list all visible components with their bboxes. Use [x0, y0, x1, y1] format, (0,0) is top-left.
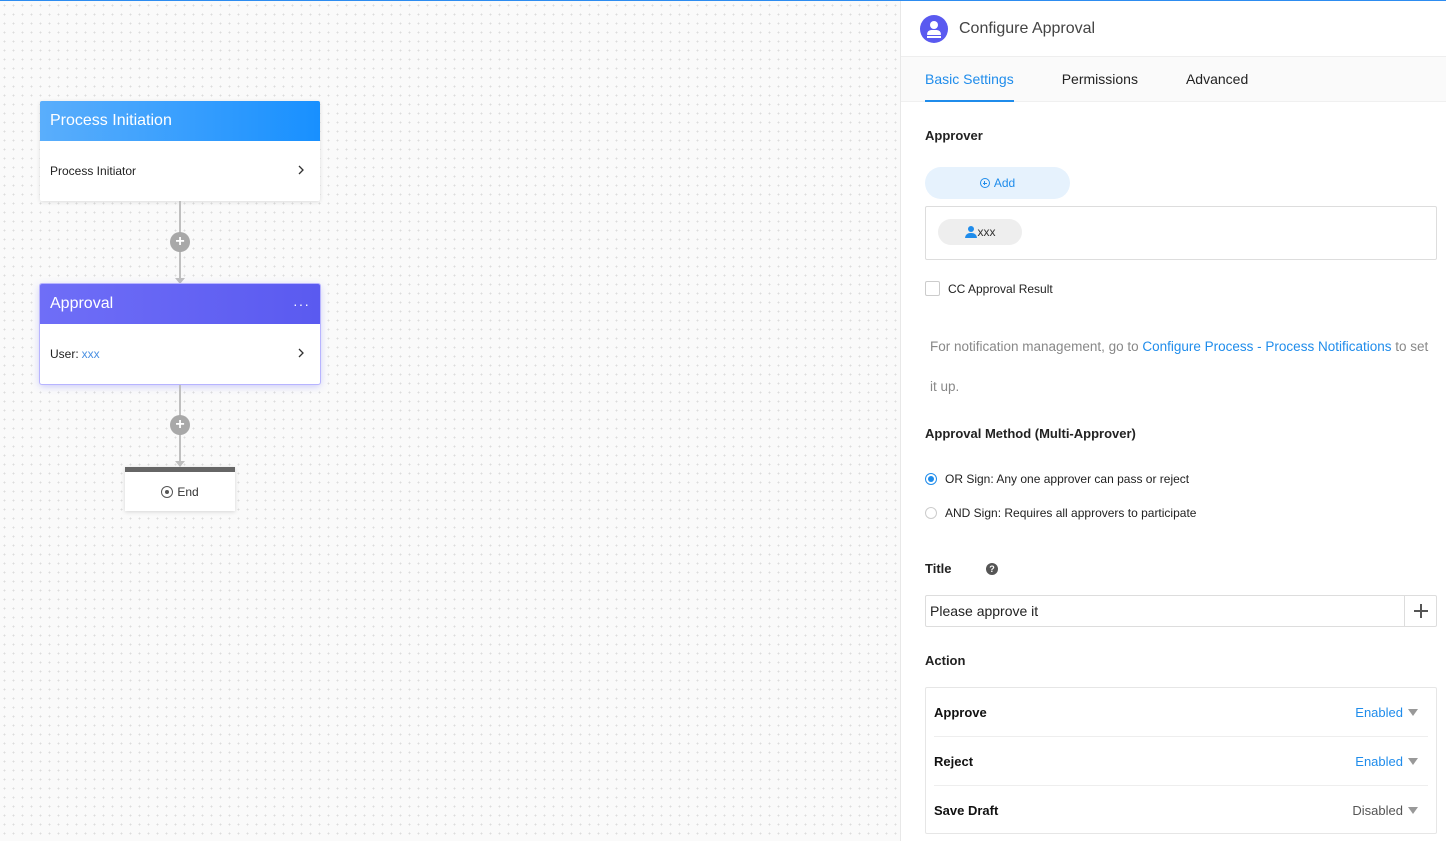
or-sign-option[interactable]: OR Sign: Any one approver can pass or re…	[925, 472, 1189, 486]
action-status-dropdown[interactable]: Enabled	[1355, 754, 1418, 769]
action-list: Approve Enabled Reject Enabled Save Draf…	[925, 687, 1437, 834]
approval-node-title: Approval	[50, 295, 114, 312]
and-sign-label: AND Sign: Requires all approvers to part…	[945, 506, 1197, 520]
user-icon	[964, 226, 977, 238]
flow-canvas[interactable]: Process Initiation Process Initiator + A…	[0, 1, 900, 841]
panel-header: Configure Approval	[901, 1, 1446, 57]
caret-down-icon	[1408, 757, 1418, 765]
user-value: xxx	[81, 347, 100, 361]
cc-approval-result-row[interactable]: CC Approval Result	[925, 281, 1053, 296]
approval-method-label: Approval Method (Multi-Approver)	[925, 426, 1136, 441]
approval-node[interactable]: Approval ··· User: xxx	[40, 284, 320, 384]
title-input[interactable]	[926, 596, 1404, 626]
insert-variable-plus-icon[interactable]	[1404, 596, 1436, 626]
process-initiation-node[interactable]: Process Initiation Process Initiator	[40, 101, 320, 201]
and-sign-radio[interactable]	[925, 507, 937, 519]
approver-tag[interactable]: xxx	[938, 219, 1022, 245]
or-sign-label: OR Sign: Any one approver can pass or re…	[945, 472, 1190, 486]
end-label: End	[177, 484, 199, 499]
cc-approval-result-checkbox[interactable]	[925, 281, 940, 296]
add-approver-label: Add	[993, 176, 1016, 190]
approver-tag-label: xxx	[977, 225, 996, 239]
add-node-button[interactable]: +	[170, 232, 190, 252]
action-row-approve: Approve Enabled	[934, 688, 1428, 737]
caret-down-icon	[1408, 708, 1418, 716]
process-initiation-title: Process Initiation	[40, 101, 320, 141]
action-name: Approve	[934, 704, 987, 720]
notice-prefix: For notification management, go to	[930, 339, 1143, 354]
action-name: Reject	[934, 753, 974, 769]
add-node-button[interactable]: +	[170, 415, 190, 435]
plus-circle-icon	[979, 178, 990, 188]
or-sign-radio[interactable]	[925, 473, 937, 485]
and-sign-option[interactable]: AND Sign: Requires all approvers to part…	[925, 506, 1196, 520]
add-approver-button[interactable]: Add	[925, 167, 1070, 199]
action-status-value: Enabled	[1355, 704, 1403, 720]
action-status-value: Disabled	[1352, 803, 1403, 818]
action-status-value: Enabled	[1355, 753, 1403, 769]
approver-label: Approver	[925, 128, 983, 143]
chevron-right-icon	[298, 165, 304, 175]
end-node[interactable]: End	[125, 467, 235, 511]
action-row-reject: Reject Enabled	[934, 737, 1428, 786]
configure-approval-panel: Configure Approval Basic Settings Permis…	[900, 1, 1446, 841]
process-initiation-body[interactable]: Process Initiator	[40, 141, 320, 201]
caret-down-icon	[1408, 807, 1418, 814]
approver-list: xxx	[925, 206, 1437, 260]
process-notifications-link[interactable]: Configure Process - Process Notification…	[1142, 339, 1391, 354]
action-name: Save Draft	[934, 803, 999, 818]
tab-advanced[interactable]: Advanced	[1186, 57, 1248, 102]
action-status-dropdown[interactable]: Disabled	[1352, 803, 1418, 818]
tab-permissions[interactable]: Permissions	[1062, 57, 1138, 102]
tab-bar: Basic Settings Permissions Advanced	[901, 57, 1446, 102]
cc-approval-result-label: CC Approval Result	[948, 281, 1053, 296]
more-options-icon[interactable]: ···	[293, 284, 310, 324]
panel-title: Configure Approval	[959, 19, 1096, 37]
tab-basic-settings[interactable]: Basic Settings	[925, 57, 1014, 102]
process-initiator-label: Process Initiator	[50, 164, 137, 178]
stop-circle-icon	[161, 485, 174, 498]
action-label: Action	[925, 653, 966, 668]
user-label: User:	[50, 347, 79, 361]
help-icon[interactable]: ?	[986, 563, 998, 575]
approval-node-body[interactable]: User: xxx	[40, 324, 320, 384]
action-status-dropdown[interactable]: Enabled	[1355, 705, 1418, 720]
approver-stamp-icon	[920, 14, 948, 43]
chevron-right-icon	[298, 348, 304, 358]
title-field	[925, 595, 1437, 627]
title-label: Title	[925, 561, 952, 576]
approval-node-header: Approval ···	[40, 284, 320, 324]
notification-notice: For notification management, go to Confi…	[930, 327, 1435, 407]
action-row-save-draft: Save Draft Disabled	[934, 786, 1428, 835]
